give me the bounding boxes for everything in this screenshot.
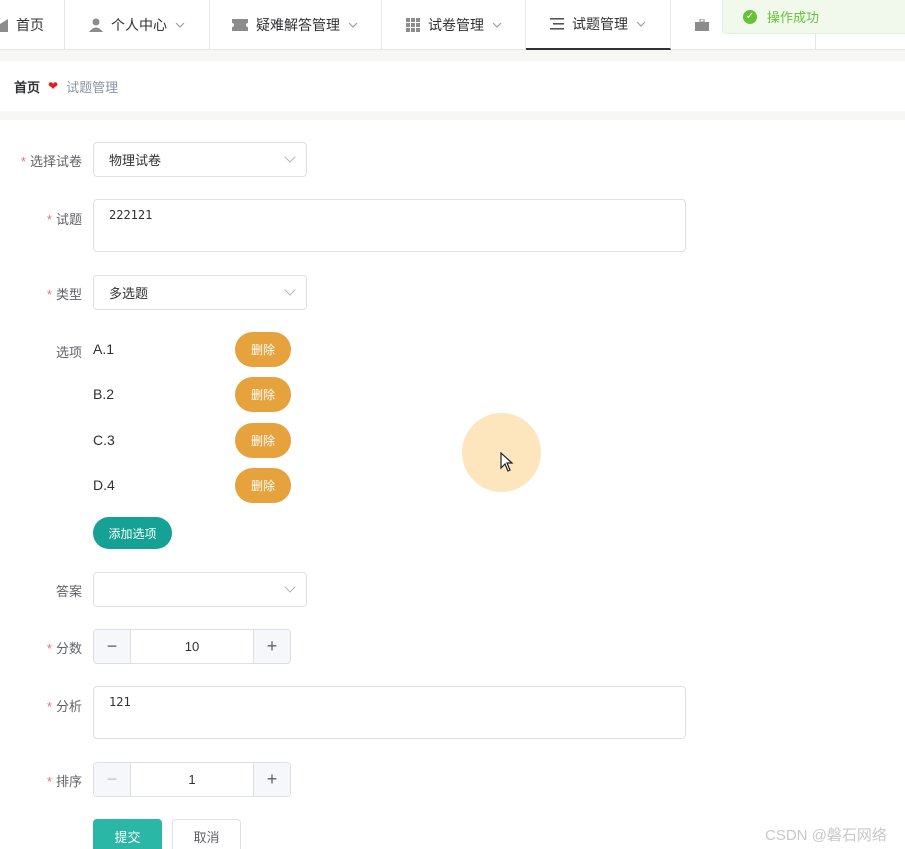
sort-value[interactable]: 1 — [131, 763, 253, 796]
type-select-value: 多选题 — [109, 286, 149, 301]
success-check-icon: ✓ — [743, 9, 757, 24]
toast-success: ✓ 操作成功 — [722, 0, 905, 34]
option-item-b: B.2 — [93, 386, 115, 402]
question-label: * 试题 — [46, 212, 82, 227]
analysis-label: * 分析 — [46, 699, 82, 714]
nav-item-qa[interactable]: 疑难解答管理 — [210, 0, 382, 50]
minus-icon[interactable]: − — [94, 630, 131, 663]
watermark: CSDN @磐石网络 — [765, 827, 887, 844]
chevron-down-icon — [636, 19, 646, 30]
options-label: 选项 — [55, 345, 82, 360]
heart-icon: ❤ — [48, 79, 59, 93]
chevron-down-icon — [284, 581, 296, 593]
delete-option-button[interactable]: 删除 — [235, 468, 291, 503]
toast-message: 操作成功 — [767, 10, 820, 25]
plus-icon[interactable]: + — [253, 630, 290, 663]
type-select[interactable]: 多选题 — [93, 275, 307, 310]
mouse-pointer-icon — [500, 452, 514, 472]
option-item-d: D.4 — [93, 477, 115, 493]
chevron-down-icon — [348, 20, 358, 31]
option-item-c: C.3 — [93, 432, 115, 448]
breadcrumb-current: 试题管理 — [66, 79, 119, 95]
chevron-down-icon — [175, 20, 185, 31]
sort-stepper[interactable]: − 1 + — [93, 762, 291, 797]
delete-option-button[interactable]: 删除 — [235, 377, 291, 412]
nav-label-qa: 疑难解答管理 — [256, 17, 340, 33]
nav-label-questions: 试题管理 — [572, 16, 628, 32]
submit-button[interactable]: 提交 — [93, 819, 162, 849]
chevron-down-icon — [284, 151, 296, 163]
breadcrumb-home[interactable]: 首页 — [14, 77, 40, 96]
sort-label: * 排序 — [46, 774, 82, 789]
nav-label-home: 首页 — [16, 17, 44, 33]
option-item-a: A.1 — [93, 341, 115, 357]
plus-icon[interactable]: + — [253, 763, 290, 796]
nav-item-questions[interactable]: 试题管理 — [526, 0, 671, 50]
add-option-button[interactable]: 添加选项 — [93, 517, 172, 549]
minus-icon[interactable]: − — [94, 763, 131, 796]
user-icon — [89, 18, 103, 32]
type-label: * 类型 — [46, 287, 82, 302]
question-textarea[interactable]: 222121 — [93, 199, 686, 252]
home-icon — [0, 18, 8, 32]
chevron-down-icon — [284, 284, 296, 296]
chevron-down-icon — [492, 20, 502, 31]
answer-select[interactable] — [93, 572, 307, 607]
nav-label-papers: 试卷管理 — [428, 17, 484, 33]
nav-item-papers[interactable]: 试卷管理 — [382, 0, 526, 50]
paper-select[interactable]: 物理试卷 — [93, 142, 307, 177]
cancel-button[interactable]: 取消 — [172, 819, 241, 849]
delete-option-button[interactable]: 删除 — [235, 423, 291, 458]
score-value[interactable]: 10 — [131, 630, 253, 663]
score-stepper[interactable]: − 10 + — [93, 629, 291, 664]
ticket-icon — [232, 18, 248, 32]
nav-item-home[interactable]: 首页 — [0, 0, 65, 50]
analysis-textarea[interactable]: 121 — [93, 686, 686, 739]
cursor-highlight — [462, 413, 541, 492]
nav-label-profile: 个人中心 — [111, 17, 167, 33]
grid-icon — [406, 18, 420, 32]
paper-select-value: 物理试卷 — [109, 153, 162, 168]
paper-label: * 选择试卷 — [20, 154, 82, 169]
list-icon — [550, 17, 564, 31]
score-label: * 分数 — [46, 641, 82, 656]
question-form: * 选择试卷 物理试卷 * 试题 222121 * 类型 多选题 选项 A.1 删除 … — [0, 120, 905, 849]
breadcrumb: 首页 ❤ 试题管理 — [0, 61, 905, 111]
briefcase-icon — [695, 18, 709, 32]
delete-option-button[interactable]: 删除 — [235, 332, 291, 367]
nav-item-profile[interactable]: 个人中心 — [65, 0, 210, 50]
answer-label: 答案 — [55, 584, 82, 599]
